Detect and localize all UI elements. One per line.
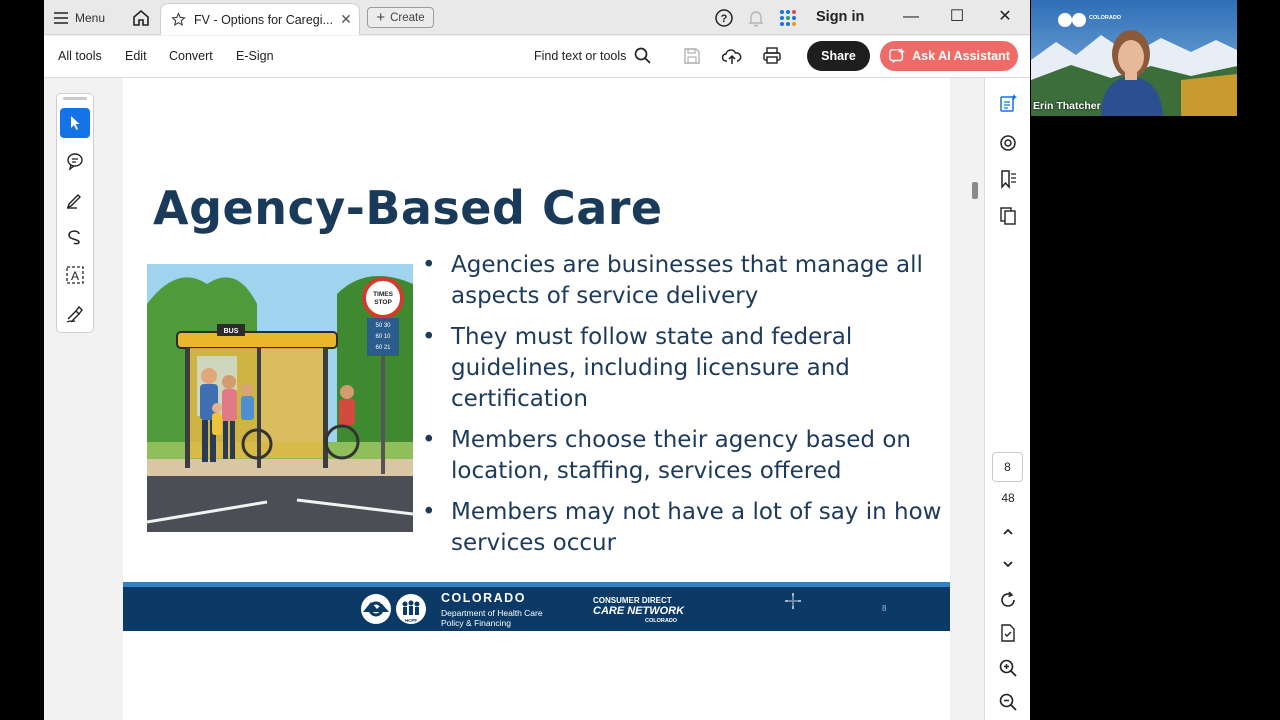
- total-pages: 48: [1001, 491, 1015, 505]
- ai-summary-icon[interactable]: [998, 93, 1018, 113]
- sign-in-link[interactable]: Sign in: [816, 9, 864, 25]
- e-sign-menu[interactable]: E-Sign: [236, 49, 274, 63]
- text-box-tool[interactable]: A: [60, 260, 90, 290]
- ask-ai-assistant-button[interactable]: Ask AI Assistant: [880, 41, 1018, 71]
- zoom-in-icon[interactable]: [998, 658, 1018, 678]
- video-participant-tile[interactable]: COLORADO Erin Thatcher: [1031, 0, 1237, 116]
- bullet-list: Agencies are businesses that manage all …: [418, 250, 948, 569]
- home-icon[interactable]: [131, 8, 151, 28]
- tab-title: FV - Options for Caregi...: [194, 12, 333, 27]
- participant-video-feed: COLORADO: [1031, 0, 1237, 116]
- hcpf-logo-text: HCPF: [405, 618, 418, 623]
- bus-stop-illustration: BUS TIMES STOP 50 30 60 10 60 21: [147, 264, 413, 532]
- document-tab[interactable]: FV - Options for Caregi... ✕: [160, 3, 360, 35]
- comment-icon: [67, 153, 83, 171]
- notifications-bell-icon[interactable]: [746, 8, 766, 28]
- palette-grip[interactable]: [63, 97, 87, 100]
- draw-tool[interactable]: [60, 222, 90, 252]
- footer-state-name: COLORADO: [441, 591, 526, 605]
- cursor-arrow-icon: [71, 116, 80, 130]
- star-icon[interactable]: [171, 12, 186, 27]
- cdcn-line2: CARE NETWORK: [593, 605, 685, 617]
- bus-sign-text: BUS: [224, 328, 239, 335]
- search-icon[interactable]: [633, 46, 653, 66]
- acrobat-window: Menu FV - Options for Caregi... ✕ + Crea…: [44, 0, 1030, 720]
- vertical-scrollbar-thumb[interactable]: [972, 182, 978, 199]
- sign-tool[interactable]: [60, 298, 90, 328]
- slide-title: Agency-Based Care: [153, 181, 663, 235]
- find-text-or-tools[interactable]: Find text or tools: [534, 49, 626, 63]
- bullet-item: Members choose their agency based on loc…: [418, 425, 948, 487]
- bullet-item: They must follow state and federal guide…: [418, 322, 948, 415]
- close-window-button[interactable]: ✕: [993, 6, 1017, 28]
- hamburger-icon: [54, 12, 68, 24]
- ai-label: Ask AI Assistant: [912, 49, 1010, 63]
- menu-label: Menu: [75, 11, 106, 25]
- edit-menu[interactable]: Edit: [125, 49, 147, 63]
- rotate-icon[interactable]: [998, 590, 1018, 610]
- main-toolbar: All tools Edit Convert E-Sign Find text …: [44, 36, 1030, 78]
- stop-sign-line1: TIMES: [373, 291, 394, 298]
- page-thumbnails-icon[interactable]: [998, 206, 1018, 226]
- schedule-line-3: 60 21: [375, 345, 391, 351]
- convert-menu[interactable]: Convert: [169, 49, 213, 63]
- quick-tools-palette: A: [56, 93, 94, 333]
- chevron-up-icon[interactable]: [998, 522, 1018, 542]
- comment-tool[interactable]: [60, 146, 90, 176]
- plus-icon: +: [376, 9, 386, 26]
- pdf-page: Agency-Based Care BUS TIMES STOP 50 30 6…: [123, 78, 950, 720]
- minimize-button[interactable]: —: [899, 6, 923, 28]
- maximize-button[interactable]: ☐: [945, 6, 969, 28]
- footer-department: Department of Health Care Policy & Finan…: [441, 608, 543, 628]
- pen-icon: [66, 194, 81, 209]
- print-icon[interactable]: [762, 46, 782, 66]
- comments-panel-icon[interactable]: [998, 133, 1018, 153]
- cdcn-line1: CONSUMER DIRECT: [593, 596, 672, 605]
- chevron-down-icon[interactable]: [998, 554, 1018, 574]
- highlight-tool[interactable]: [60, 184, 90, 214]
- cdcn-logo: CONSUMER DIRECT CARE NETWORK COLORADO: [593, 596, 684, 626]
- fill-sign-icon: [66, 305, 83, 323]
- zoom-out-icon[interactable]: [998, 692, 1018, 712]
- share-label: Share: [821, 49, 856, 63]
- schedule-line-1: 50 30: [375, 323, 391, 329]
- svg-text:A: A: [71, 269, 79, 283]
- bullet-item: Agencies are businesses that manage all …: [418, 250, 948, 312]
- freehand-icon: [68, 230, 80, 245]
- save-icon[interactable]: [682, 46, 702, 66]
- ai-assistant-icon: [889, 47, 906, 64]
- help-icon[interactable]: ?: [714, 8, 734, 28]
- footer-dept-line2: Policy & Financing: [441, 618, 511, 628]
- share-button[interactable]: Share: [807, 41, 870, 71]
- participant-name: Erin Thatcher: [1033, 100, 1101, 112]
- crosshair-cursor-icon: [785, 593, 801, 609]
- stop-sign-line2: STOP: [374, 299, 392, 306]
- bullet-item: Members may not have a lot of say in how…: [418, 497, 948, 559]
- slide-footer: HCPF COLORADO Department of Health Care …: [123, 582, 950, 631]
- colorado-hcpf-logo: HCPF: [361, 594, 426, 624]
- footer-dept-line1: Department of Health Care: [441, 608, 543, 618]
- bookmarks-icon[interactable]: [998, 169, 1018, 189]
- current-page-input[interactable]: 8: [992, 452, 1023, 482]
- close-tab-icon[interactable]: ✕: [339, 12, 353, 26]
- video-bg-logo-text: COLORADO: [1089, 15, 1122, 21]
- svg-text:?: ?: [721, 13, 728, 25]
- cdcn-line3: COLORADO: [645, 618, 678, 624]
- right-sidebar: 8 48: [984, 78, 1030, 720]
- text-box-icon: A: [66, 266, 84, 284]
- apps-grid-icon[interactable]: [778, 8, 798, 28]
- cloud-upload-icon[interactable]: [722, 46, 742, 66]
- page-fit-icon[interactable]: [998, 623, 1018, 643]
- slide-number: 8: [882, 604, 887, 613]
- title-bar: Menu FV - Options for Caregi... ✕ + Crea…: [44, 0, 1030, 35]
- create-button[interactable]: + Create: [367, 7, 434, 28]
- all-tools-menu[interactable]: All tools: [58, 49, 102, 63]
- schedule-line-2: 60 10: [375, 334, 391, 340]
- menu-button[interactable]: Menu: [54, 8, 105, 28]
- select-tool[interactable]: [60, 108, 90, 138]
- create-label: Create: [390, 11, 425, 24]
